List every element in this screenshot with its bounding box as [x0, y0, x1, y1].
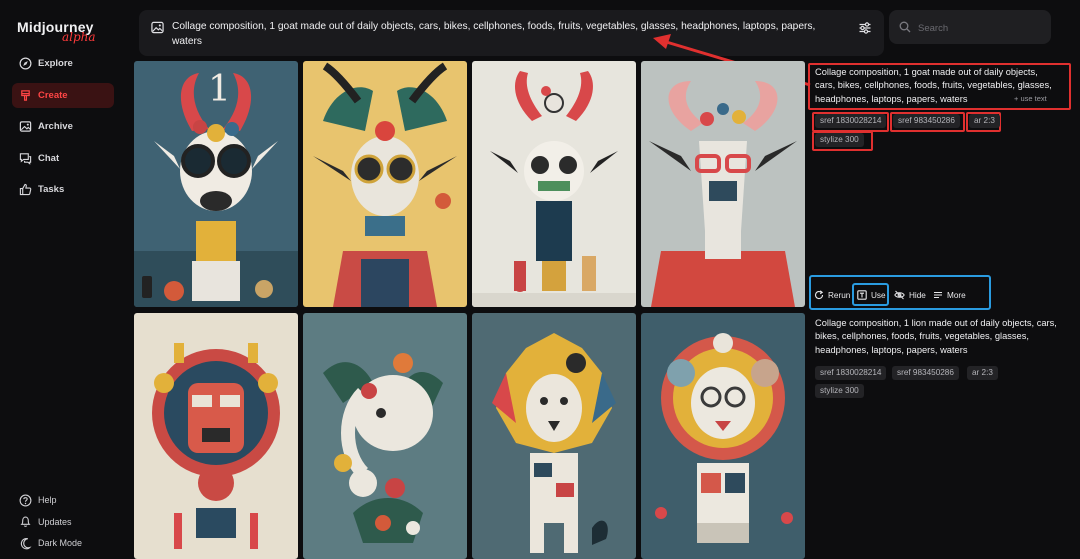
nav-label: Tasks [38, 184, 65, 196]
use-button[interactable]: Use [857, 287, 886, 303]
nav-label: Archive [38, 121, 73, 133]
compass-icon [18, 57, 32, 71]
eye-off-icon [894, 290, 905, 300]
more-button[interactable]: More [933, 287, 966, 303]
bell-icon [18, 515, 32, 529]
nav-label: Explore [38, 58, 73, 69]
nav-item-chat[interactable]: Chat [12, 146, 114, 171]
goat-image-1[interactable]: 1 [134, 61, 298, 307]
nav-item-create[interactable]: Create [12, 82, 114, 108]
lion-image-4[interactable] [641, 313, 805, 559]
brand-subtitle: alpha [62, 30, 96, 44]
more-label: More [947, 290, 966, 300]
use-text-link[interactable]: + use text [1014, 94, 1047, 103]
lion-image-1[interactable] [134, 313, 298, 559]
stylize-chip[interactable]: stylize 300 [815, 133, 864, 147]
nav-label: Updates [38, 516, 72, 527]
lion-prompt-text[interactable]: Collage composition, 1 lion made out of … [815, 317, 1060, 357]
aspect-ratio-chip[interactable]: ar 2:3 [967, 366, 998, 380]
lion-image-3[interactable] [472, 313, 636, 559]
sref-chip[interactable]: sref 983450286 [892, 366, 959, 380]
lion-image-2[interactable] [303, 313, 467, 559]
number-label: 1 [208, 69, 231, 110]
brush-icon [18, 88, 32, 102]
image-prompt-icon[interactable] [151, 21, 164, 37]
use-icon [857, 290, 867, 300]
search-input[interactable] [916, 19, 1045, 37]
sref-chip[interactable]: sref 983450286 [893, 114, 960, 128]
menu-icon [933, 290, 943, 300]
moon-icon [18, 536, 32, 550]
rerun-icon [814, 290, 824, 300]
sref-chip[interactable]: sref 1830028214 [815, 114, 887, 128]
nav-item-tasks[interactable]: Tasks [12, 177, 114, 202]
thumbs-up-icon [18, 183, 32, 197]
nav-item-updates[interactable]: Updates [12, 513, 114, 531]
sliders-icon[interactable] [858, 21, 872, 38]
hide-label: Hide [909, 290, 926, 300]
logo[interactable]: Midjourney alpha [17, 19, 96, 44]
search-box[interactable] [889, 10, 1051, 44]
aspect-ratio-chip[interactable]: ar 2:3 [969, 114, 1000, 128]
goat-image-3[interactable] [472, 61, 636, 307]
image-icon [18, 120, 32, 134]
chat-icon [18, 151, 32, 165]
hide-button[interactable]: Hide [894, 287, 926, 303]
nav-item-explore[interactable]: Explore [12, 51, 114, 76]
nav-label: Chat [38, 152, 60, 164]
use-label: Use [871, 290, 886, 300]
nav-item-dark-mode[interactable]: Dark Mode [12, 534, 114, 552]
nav-label: Create [38, 89, 68, 101]
sref-chip[interactable]: sref 1830028214 [815, 366, 887, 380]
bottom-nav: Help Updates Dark Mode [12, 491, 114, 556]
main-nav: Explore Create Archive Chat Tasks [12, 51, 114, 209]
nav-item-help[interactable]: Help [12, 491, 114, 509]
nav-label: Dark Mode [38, 538, 83, 548]
nav-item-archive[interactable]: Archive [12, 114, 114, 139]
goat-image-2[interactable] [303, 61, 467, 307]
help-icon [18, 493, 32, 507]
rerun-button[interactable]: Rerun [814, 287, 850, 303]
stylize-chip[interactable]: stylize 300 [815, 384, 864, 398]
nav-label: Help [38, 495, 57, 505]
sidebar: Midjourney alpha Explore Create Archive [0, 0, 124, 559]
rerun-label: Rerun [828, 290, 851, 300]
goat-image-4[interactable] [641, 61, 805, 307]
search-icon [899, 21, 911, 36]
